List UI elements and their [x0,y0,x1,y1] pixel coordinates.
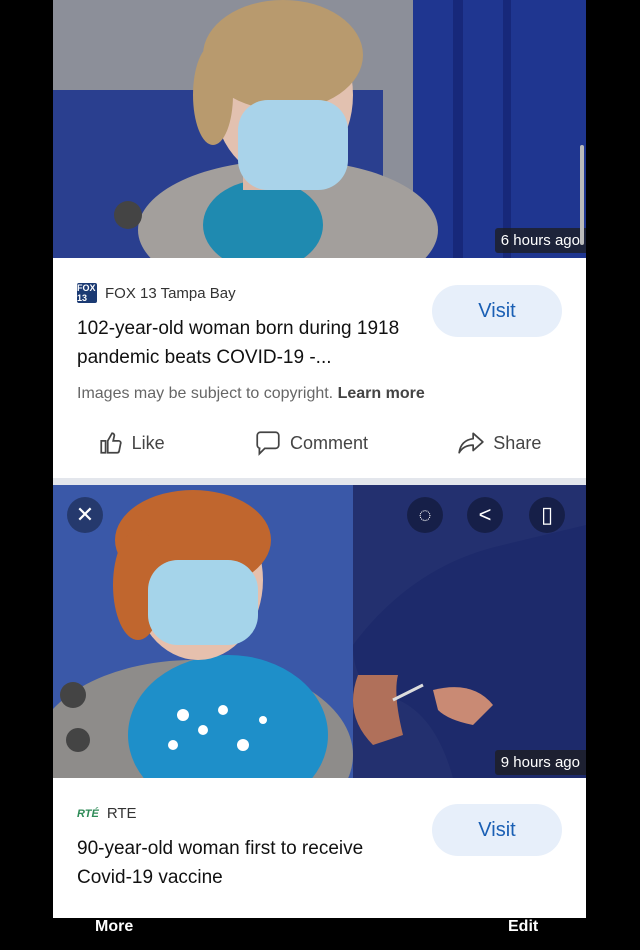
more-button[interactable]: More [95,918,133,936]
share-button[interactable]: Share [457,430,541,456]
copyright-notice: Images may be subject to copyright. Lear… [77,385,425,403]
source-row: FOX 13 FOX 13 Tampa Bay [77,283,236,303]
source-row: RTÉ RTE [77,805,137,822]
bottom-bar: More Edit [53,918,586,950]
timestamp-badge: 6 hours ago [494,228,586,253]
copyright-text: Images may be subject to copyright. [77,385,334,402]
like-label: Like [131,432,165,453]
learn-more-link[interactable]: Learn more [338,385,425,402]
article-headline[interactable]: 90-year-old woman first to receive Covid… [77,834,417,892]
source-name: RTE [106,805,137,822]
share-label: Share [493,432,542,453]
bookmark-icon[interactable]: ▯ [529,497,565,533]
visit-button[interactable]: Visit [432,285,562,337]
edit-button[interactable]: Edit [508,918,538,936]
comment-button[interactable]: Comment [254,430,368,456]
card-divider [53,478,586,485]
lens-icon[interactable]: ◌ [407,497,443,533]
visit-button[interactable]: Visit [432,804,562,856]
article-image-2[interactable]: ✕ ◌ < ▯ 9 hours ago [53,485,586,778]
like-button[interactable]: Like [98,430,165,456]
fox13-logo-icon: FOX 13 [77,283,97,303]
source-name: FOX 13 Tampa Bay [105,284,236,302]
elderly-woman-photo-1 [53,0,586,258]
comment-bubble-icon [256,431,280,456]
vaccination-photo [53,485,586,778]
share-icon[interactable]: < [467,497,503,533]
action-bar: Like Comment Share [53,418,586,468]
close-icon[interactable]: ✕ [67,497,103,533]
article-image-1[interactable]: 6 hours ago [53,0,586,258]
timestamp-badge: 9 hours ago [494,750,586,775]
share-arrow-icon [458,432,485,454]
thumbs-up-icon [100,432,122,454]
article-card-2: RTÉ RTE 90-year-old woman first to recei… [53,778,586,918]
scrollbar[interactable] [580,145,584,245]
comment-label: Comment [289,432,368,453]
article-card-1: FOX 13 FOX 13 Tampa Bay 102-year-old wom… [53,258,586,478]
rte-logo-icon: RTÉ [77,807,99,820]
article-headline[interactable]: 102-year-old woman born during 1918 pand… [77,314,417,372]
